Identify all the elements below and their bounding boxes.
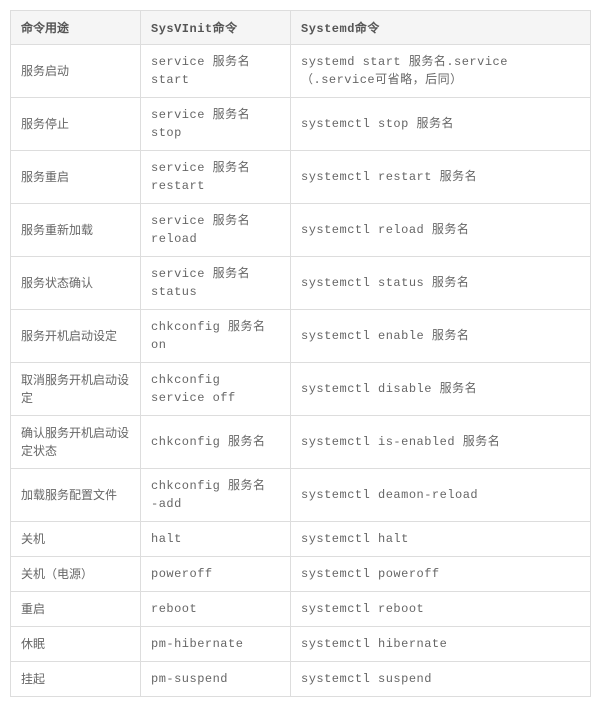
cell-usage: 服务启动: [11, 45, 141, 98]
cell-usage: 服务重启: [11, 151, 141, 204]
cell-usage: 服务开机启动设定: [11, 310, 141, 363]
cell-sysvinit: chkconfig 服务名 -add: [141, 469, 291, 522]
table-row: 服务重启service 服务名 restartsystemctl restart…: [11, 151, 591, 204]
header-systemd: Systemd命令: [291, 11, 591, 45]
table-row: 服务重新加载service 服务名 reloadsystemctl reload…: [11, 204, 591, 257]
table-row: 服务状态确认service 服务名 statussystemctl status…: [11, 257, 591, 310]
cell-systemd: systemctl enable 服务名: [291, 310, 591, 363]
cell-systemd: systemctl restart 服务名: [291, 151, 591, 204]
cell-sysvinit: pm-hibernate: [141, 627, 291, 662]
table-row: 挂起pm-suspendsystemctl suspend: [11, 662, 591, 697]
table-row: 服务开机启动设定chkconfig 服务名 onsystemctl enable…: [11, 310, 591, 363]
cell-sysvinit: poweroff: [141, 557, 291, 592]
table-row: 休眠pm-hibernatesystemctl hibernate: [11, 627, 591, 662]
cell-sysvinit: chkconfig 服务名 on: [141, 310, 291, 363]
command-comparison-table: 命令用途 SysVInit命令 Systemd命令 服务启动service 服务…: [10, 10, 591, 697]
cell-sysvinit: chkconfig 服务名: [141, 416, 291, 469]
cell-systemd: systemctl hibernate: [291, 627, 591, 662]
table-body: 服务启动service 服务名 startsystemd start 服务名.s…: [11, 45, 591, 697]
cell-usage: 休眠: [11, 627, 141, 662]
table-row: 关机（电源）poweroffsystemctl poweroff: [11, 557, 591, 592]
header-sysvinit: SysVInit命令: [141, 11, 291, 45]
cell-sysvinit: service 服务名 reload: [141, 204, 291, 257]
cell-systemd: systemctl status 服务名: [291, 257, 591, 310]
table-row: 取消服务开机启动设定chkconfig service offsystemctl…: [11, 363, 591, 416]
cell-systemd: systemd start 服务名.service（.service可省略，后同…: [291, 45, 591, 98]
table-row: 关机haltsystemctl halt: [11, 522, 591, 557]
cell-systemd: systemctl reboot: [291, 592, 591, 627]
cell-systemd: systemctl suspend: [291, 662, 591, 697]
header-usage: 命令用途: [11, 11, 141, 45]
cell-systemd: systemctl disable 服务名: [291, 363, 591, 416]
cell-sysvinit: service 服务名 status: [141, 257, 291, 310]
table-row: 加载服务配置文件chkconfig 服务名 -addsystemctl deam…: [11, 469, 591, 522]
cell-sysvinit: service 服务名 stop: [141, 98, 291, 151]
cell-usage: 加载服务配置文件: [11, 469, 141, 522]
cell-usage: 取消服务开机启动设定: [11, 363, 141, 416]
cell-sysvinit: service 服务名 start: [141, 45, 291, 98]
cell-systemd: systemctl stop 服务名: [291, 98, 591, 151]
table-row: 确认服务开机启动设定状态chkconfig 服务名systemctl is-en…: [11, 416, 591, 469]
cell-systemd: systemctl reload 服务名: [291, 204, 591, 257]
table-row: 重启rebootsystemctl reboot: [11, 592, 591, 627]
table-header-row: 命令用途 SysVInit命令 Systemd命令: [11, 11, 591, 45]
cell-sysvinit: pm-suspend: [141, 662, 291, 697]
cell-usage: 确认服务开机启动设定状态: [11, 416, 141, 469]
cell-usage: 关机（电源）: [11, 557, 141, 592]
cell-systemd: systemctl halt: [291, 522, 591, 557]
cell-systemd: systemctl is-enabled 服务名: [291, 416, 591, 469]
cell-usage: 服务状态确认: [11, 257, 141, 310]
cell-usage: 挂起: [11, 662, 141, 697]
cell-sysvinit: service 服务名 restart: [141, 151, 291, 204]
cell-systemd: systemctl deamon-reload: [291, 469, 591, 522]
cell-usage: 服务重新加载: [11, 204, 141, 257]
cell-usage: 服务停止: [11, 98, 141, 151]
cell-usage: 关机: [11, 522, 141, 557]
cell-sysvinit: halt: [141, 522, 291, 557]
cell-systemd: systemctl poweroff: [291, 557, 591, 592]
cell-usage: 重启: [11, 592, 141, 627]
table-row: 服务启动service 服务名 startsystemd start 服务名.s…: [11, 45, 591, 98]
cell-sysvinit: reboot: [141, 592, 291, 627]
cell-sysvinit: chkconfig service off: [141, 363, 291, 416]
table-row: 服务停止service 服务名 stopsystemctl stop 服务名: [11, 98, 591, 151]
